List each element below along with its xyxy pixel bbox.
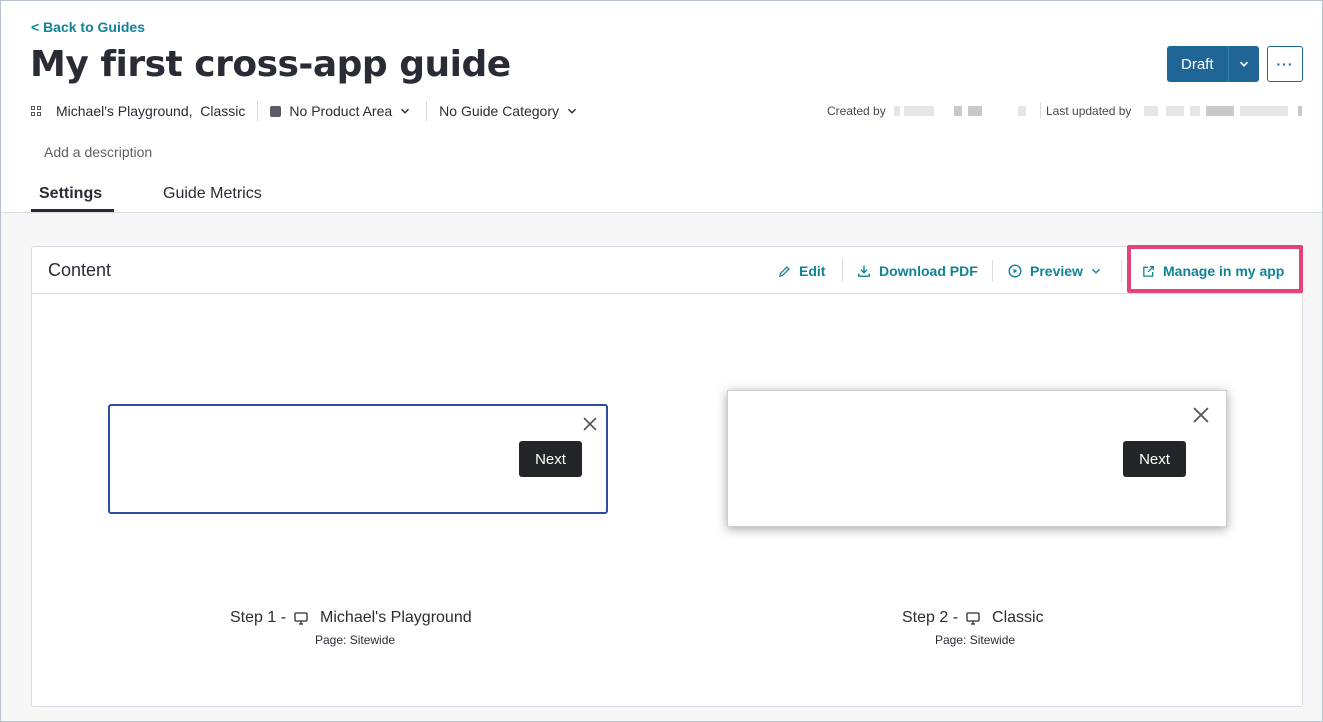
close-icon[interactable] [1192, 406, 1210, 424]
pencil-icon [779, 265, 790, 277]
download-icon [858, 265, 870, 277]
preview-label: Preview [1030, 263, 1083, 279]
step-app-name: Classic [992, 609, 1044, 626]
guide-category-dropdown[interactable]: No Guide Category [439, 103, 559, 119]
redacted-name [904, 106, 934, 116]
more-options-button[interactable]: ··· [1267, 46, 1303, 82]
redacted-name [1018, 106, 1026, 116]
product-area-swatch [270, 105, 282, 117]
redacted-name [1206, 106, 1234, 116]
chevron-down-icon[interactable] [400, 106, 410, 116]
status-label: Draft [1181, 55, 1214, 73]
status-dropdown-button[interactable]: Draft [1167, 46, 1259, 82]
download-pdf-label: Download PDF [879, 263, 978, 279]
step-2-page: Page: Sitewide [935, 633, 1016, 647]
redacted-name [1166, 106, 1184, 116]
created-by-label: Created by [827, 104, 886, 118]
redacted-name [1240, 106, 1288, 116]
redacted-name [954, 106, 962, 116]
product-area-dropdown[interactable]: No Product Area [289, 103, 392, 119]
play-circle-icon [1008, 264, 1022, 278]
page-title[interactable]: My first cross-app guide [30, 44, 511, 85]
content-card: Content Edit Download PDF Preview Manage… [31, 245, 1303, 707]
guide-header: < Back to Guides My first cross-app guid… [0, 0, 1323, 213]
next-button[interactable]: Next [1123, 441, 1186, 477]
chevron-down-icon[interactable] [567, 106, 577, 116]
close-icon[interactable] [582, 416, 598, 432]
tab-guide-metrics[interactable]: Guide Metrics [163, 185, 262, 203]
chevron-down-icon [1091, 268, 1100, 274]
chevron-down-icon [1229, 59, 1259, 69]
step-number: Step 2 - [902, 609, 959, 626]
tab-settings[interactable]: Settings [39, 185, 102, 203]
last-updated-by-label: Last updated by [1046, 104, 1132, 118]
content-card-header: Content Edit Download PDF Preview Manage… [32, 245, 1303, 294]
monitor-icon [966, 611, 980, 625]
redacted-name [1298, 106, 1302, 116]
step-2-preview[interactable]: Next [727, 390, 1227, 527]
redacted-name [1144, 106, 1158, 116]
active-tab-indicator [31, 209, 114, 212]
step-1-label: Step 1 - Michael's Playground [230, 609, 472, 627]
redacted-name [968, 106, 982, 116]
apps-list[interactable]: Michael's Playground, Classic [56, 103, 245, 119]
highlight-box [1127, 245, 1303, 293]
preview-dropdown-button[interactable]: Preview [1008, 263, 1101, 279]
step-2-label: Step 2 - Classic [902, 609, 1044, 627]
step-1-page: Page: Sitewide [315, 633, 396, 647]
content-title: Content [48, 260, 112, 280]
redacted-name [1190, 106, 1200, 116]
step-1-preview[interactable]: Next [108, 404, 608, 514]
download-pdf-button[interactable]: Download PDF [857, 263, 978, 279]
step-number: Step 1 - [230, 609, 287, 626]
step-app-name: Michael's Playground [320, 609, 472, 626]
grid-icon [31, 105, 42, 117]
edit-label: Edit [799, 263, 826, 279]
guide-meta-row: Michael's Playground, Classic No Product… [31, 100, 577, 122]
edit-button[interactable]: Edit [778, 263, 825, 279]
next-button[interactable]: Next [519, 441, 582, 477]
redacted-name [894, 106, 900, 116]
monitor-icon [294, 611, 308, 625]
back-to-guides-link[interactable]: < Back to Guides [31, 19, 145, 35]
description-field[interactable]: Add a description [44, 144, 152, 160]
